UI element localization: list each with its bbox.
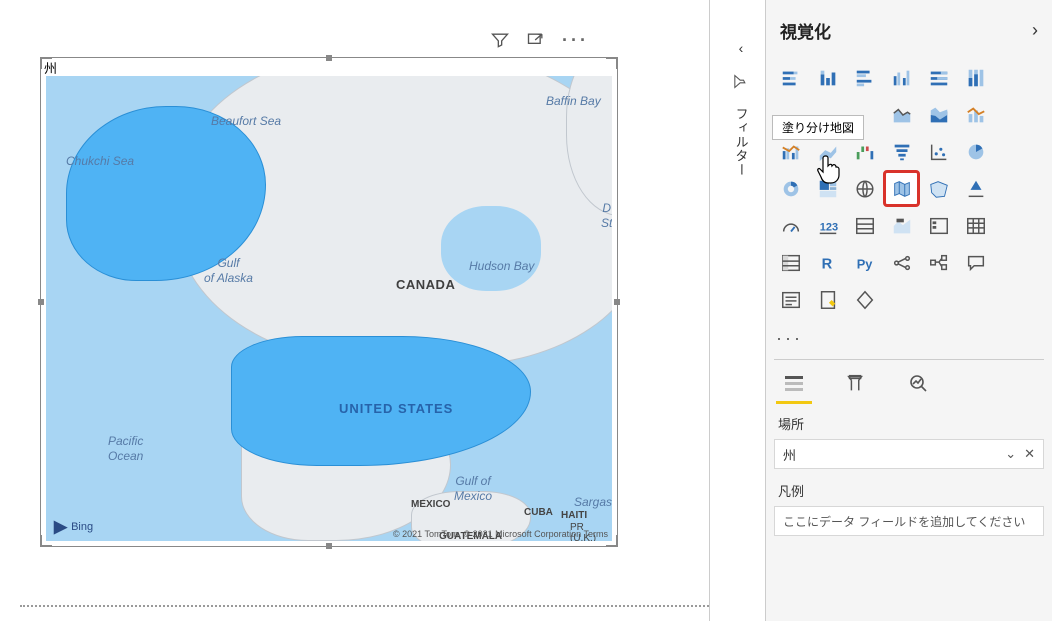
resize-handle[interactable] xyxy=(38,299,44,305)
resize-handle[interactable] xyxy=(614,299,620,305)
label-gulf-mexico: Gulf of Mexico xyxy=(454,474,492,504)
focus-mode-icon[interactable] xyxy=(526,30,546,55)
table-icon[interactable] xyxy=(959,209,992,242)
scatter-chart-icon[interactable] xyxy=(922,135,955,168)
python-visual-icon[interactable]: Py xyxy=(848,246,881,279)
legend-field-well[interactable]: ここにデータ フィールドを追加してください xyxy=(774,506,1044,536)
location-section-label: 場所 xyxy=(774,402,1044,439)
slicer-icon[interactable] xyxy=(922,209,955,242)
resize-handle[interactable] xyxy=(616,535,618,547)
matrix-icon[interactable] xyxy=(774,246,807,279)
label-beaufort-sea: Beaufort Sea xyxy=(211,114,281,129)
clustered-bar-chart-icon[interactable] xyxy=(848,61,881,94)
legend-placeholder: ここにデータ フィールドを追加してください xyxy=(783,513,1025,530)
funnel-icon xyxy=(732,74,751,90)
bing-logo: ▶Bing xyxy=(54,517,93,537)
report-canvas: ··· 州 Beaufort Sea Baffin Bay Chu xyxy=(0,0,710,621)
visual-header-toolbar: ··· xyxy=(490,30,589,55)
field-format-tabs xyxy=(774,359,1044,402)
label-chukchi-sea: Chukchi Sea xyxy=(66,154,134,169)
map-icon[interactable] xyxy=(848,172,881,205)
map-attribution: © 2021 TomTom, © 2021 Microsoft Corporat… xyxy=(393,529,608,539)
resize-handle[interactable] xyxy=(40,535,42,547)
field-dropdown-icon[interactable]: ⌄ xyxy=(1005,446,1016,462)
shape-map-icon[interactable] xyxy=(922,172,955,205)
label-haiti: HAITI xyxy=(561,510,587,521)
stacked-bar-chart-icon[interactable] xyxy=(774,61,807,94)
key-influencers-icon[interactable] xyxy=(885,246,918,279)
viz-tooltip: 塗り分け地図 xyxy=(772,115,864,140)
visualizations-gallery: 塗り分け地図 123 xyxy=(774,57,1044,324)
filled-map-icon[interactable] xyxy=(885,172,918,205)
power-apps-icon[interactable] xyxy=(848,283,881,316)
location-field-value: 州 xyxy=(783,445,796,464)
gauge-icon[interactable] xyxy=(774,209,807,242)
multi-row-card-icon[interactable] xyxy=(848,209,881,242)
paginated-report-icon[interactable] xyxy=(811,283,844,316)
format-tab[interactable] xyxy=(842,368,870,398)
line-stacked-column-icon[interactable] xyxy=(959,98,992,131)
r-visual-icon[interactable]: R xyxy=(811,246,844,279)
svg-text:R: R xyxy=(821,256,832,272)
treemap-icon[interactable] xyxy=(811,172,844,205)
hundred-stacked-bar-icon[interactable] xyxy=(922,61,955,94)
decomposition-tree-icon[interactable] xyxy=(922,246,955,279)
visual-title: 州 xyxy=(44,58,57,77)
label-pacific: Pacific Ocean xyxy=(108,434,143,464)
filled-map-visual[interactable]: 州 Beaufort Sea Baffin Bay Chukchi Sea Gu… xyxy=(40,57,618,547)
label-canada: CANADA xyxy=(396,277,455,292)
location-field-well[interactable]: 州 ⌄ ✕ xyxy=(774,439,1044,469)
label-cuba: CUBA xyxy=(524,507,553,518)
stacked-area-chart-icon[interactable] xyxy=(922,98,955,131)
label-sargasso: Sargass xyxy=(574,495,612,510)
resize-handle[interactable] xyxy=(616,57,618,69)
pie-chart-icon[interactable] xyxy=(959,135,992,168)
expand-filters-icon[interactable]: ‹ xyxy=(739,40,744,56)
get-more-visuals-icon[interactable]: ··· xyxy=(776,328,803,349)
label-baffin-bay: Baffin Bay xyxy=(546,94,601,109)
svg-text:Py: Py xyxy=(856,256,873,271)
kpi-icon[interactable] xyxy=(885,209,918,242)
label-hudson-bay: Hudson Bay xyxy=(469,259,534,274)
resize-handle[interactable] xyxy=(40,57,42,69)
label-gulf-alaska: Gulf of Alaska xyxy=(204,256,253,286)
more-options-icon[interactable]: ··· xyxy=(562,30,589,55)
resize-handle[interactable] xyxy=(326,543,332,549)
label-united-states: UNITED STATES xyxy=(339,401,453,416)
visualizations-pane: 視覚化 › 塗り分け地図 123 xyxy=(765,0,1052,621)
svg-text:123: 123 xyxy=(819,221,837,233)
fields-tab[interactable] xyxy=(780,368,808,398)
canvas-bottom-border xyxy=(20,605,709,607)
map-body[interactable]: Beaufort Sea Baffin Bay Chukchi Sea Gulf… xyxy=(46,76,612,541)
field-remove-icon[interactable]: ✕ xyxy=(1024,446,1035,462)
filter-icon[interactable] xyxy=(490,30,510,55)
smart-narrative-icon[interactable] xyxy=(774,283,807,316)
clustered-column-chart-icon[interactable] xyxy=(885,61,918,94)
area-chart-icon[interactable] xyxy=(885,98,918,131)
analytics-tab[interactable] xyxy=(904,368,932,398)
label-mexico: MEXICO xyxy=(411,499,450,510)
resize-handle[interactable] xyxy=(326,55,332,61)
label-davis-strait: D St xyxy=(601,201,612,231)
donut-chart-icon[interactable] xyxy=(774,172,807,205)
azure-map-icon[interactable] xyxy=(959,172,992,205)
funnel-chart-icon[interactable] xyxy=(885,135,918,168)
card-icon[interactable]: 123 xyxy=(811,209,844,242)
filters-label: フィルター xyxy=(732,107,751,177)
visualizations-title: 視覚化 xyxy=(780,18,831,43)
qna-icon[interactable] xyxy=(959,246,992,279)
filters-pane-collapsed[interactable]: ‹ フィルター xyxy=(724,40,758,210)
collapse-visualizations-icon[interactable]: › xyxy=(1032,20,1038,41)
hundred-stacked-column-icon[interactable] xyxy=(959,61,992,94)
legend-section-label: 凡例 xyxy=(774,469,1044,506)
stacked-column-chart-icon[interactable] xyxy=(811,61,844,94)
